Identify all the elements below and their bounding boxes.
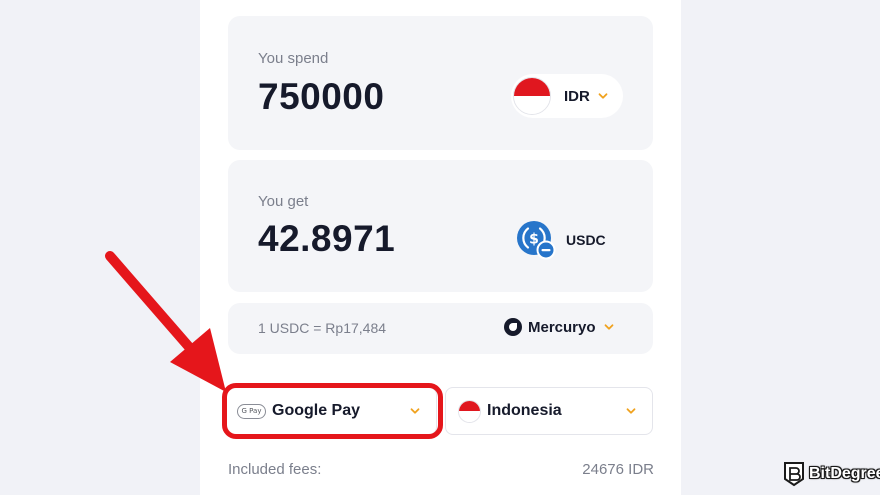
google-pay-icon: G Pay [237, 403, 266, 419]
spend-currency-select[interactable]: IDR [511, 74, 623, 118]
indonesia-flag-icon [458, 399, 481, 423]
exchange-rate: 1 USDC = Rp17,484 [258, 320, 387, 336]
mercuryo-logo-icon [504, 318, 522, 336]
get-card: You get 42.8971 $ USDC [228, 160, 653, 292]
provider-name: Mercuryo [528, 318, 596, 336]
rate-card: 1 USDC = Rp17,484 Mercuryo [228, 303, 653, 354]
chevron-down-icon [626, 406, 636, 416]
chevron-down-icon [604, 322, 614, 332]
get-currency-select[interactable]: $ USDC [516, 220, 622, 260]
get-amount: 42.8971 [258, 218, 396, 259]
spend-card: You spend 750000 IDR [228, 16, 653, 150]
get-label: You get [258, 193, 309, 210]
provider-select[interactable]: Mercuryo [504, 318, 614, 336]
chevron-down-icon [410, 406, 420, 416]
bitdegree-watermark: BitDegree [783, 461, 880, 487]
country-label: Indonesia [487, 402, 562, 419]
bitdegree-logo-icon [783, 461, 805, 487]
spend-label: You spend [258, 50, 329, 67]
indonesia-flag-icon [513, 77, 551, 115]
fees-value: 24676 IDR [582, 461, 654, 478]
fees-label: Included fees: [228, 461, 322, 478]
exchange-widget: You spend 750000 IDR You get 42.8971 $ U… [200, 0, 681, 495]
bitdegree-wordmark: BitDegree [809, 465, 880, 482]
chevron-down-icon [598, 91, 608, 101]
get-currency-code: USDC [566, 232, 606, 248]
spend-amount-input[interactable]: 750000 [258, 76, 384, 118]
usdc-icon: $ [516, 220, 556, 260]
country-select[interactable]: Indonesia [445, 387, 653, 435]
payment-method-select[interactable]: G Pay Google Pay [226, 387, 437, 435]
svg-text:$: $ [529, 232, 539, 248]
spend-currency-code: IDR [564, 87, 590, 105]
payment-method-label: Google Pay [272, 402, 361, 419]
